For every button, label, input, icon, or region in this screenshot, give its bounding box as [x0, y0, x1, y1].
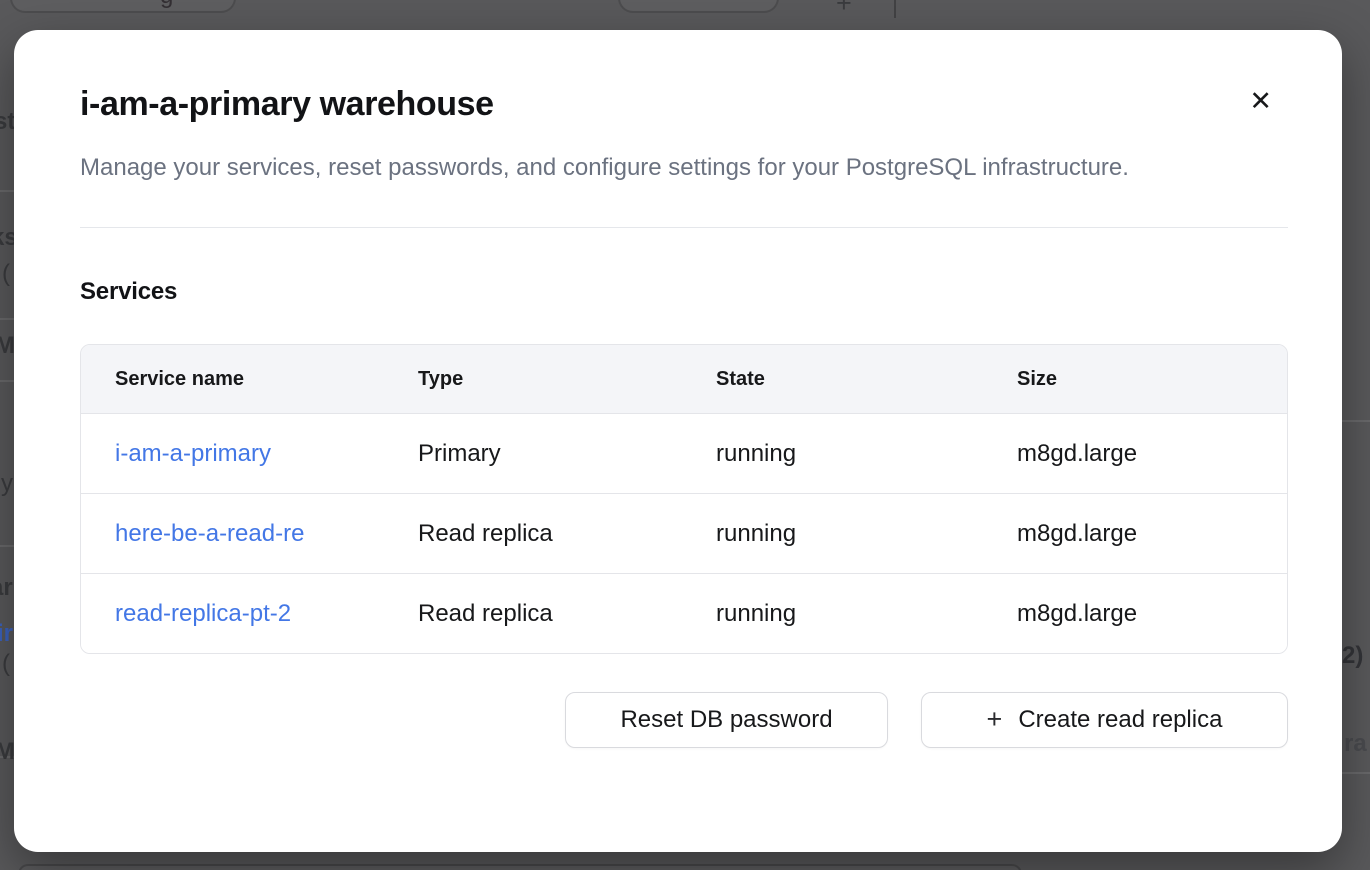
- service-link[interactable]: read-replica-pt-2: [115, 600, 291, 627]
- dialog-title: i-am-a-primary warehouse: [80, 86, 494, 123]
- background-row-line: [1342, 420, 1370, 422]
- close-icon[interactable]: ✕: [1245, 84, 1276, 119]
- service-name-cell: here-be-a-read-re: [81, 520, 384, 548]
- background-row-line: [0, 380, 14, 382]
- service-size-cell: m8gd.large: [983, 440, 1287, 468]
- background-text-fragment: (: [2, 652, 10, 676]
- background-tab-left: [10, 0, 236, 13]
- service-type-cell: Read replica: [384, 520, 682, 548]
- service-type-cell: Read replica: [384, 600, 682, 628]
- service-link[interactable]: i-am-a-primary: [115, 440, 271, 467]
- background-text-fragment: (: [2, 262, 10, 286]
- background-row-line: [0, 190, 14, 192]
- column-header-type: Type: [384, 368, 682, 391]
- service-state-cell: running: [682, 440, 983, 468]
- background-text-fragment: y: [1, 472, 13, 496]
- service-name-cell: i-am-a-primary: [81, 440, 384, 468]
- service-size-cell: m8gd.large: [983, 600, 1287, 628]
- warehouse-dialog: i-am-a-primary warehouse ✕ Manage your s…: [14, 30, 1342, 852]
- column-header-size: Size: [983, 368, 1287, 391]
- service-name-cell: read-replica-pt-2: [81, 600, 384, 628]
- table-header-row: Service name Type State Size: [81, 345, 1287, 413]
- background-bottom-panel: [18, 864, 1022, 870]
- background-text-fragment: ra: [1344, 732, 1367, 756]
- table-row: i-am-a-primary Primary running m8gd.larg…: [81, 413, 1287, 493]
- background-text-fragment: ar: [0, 576, 13, 600]
- column-header-service-name: Service name: [81, 368, 384, 391]
- services-table: Service name Type State Size i-am-a-prim…: [80, 344, 1288, 654]
- background-vertical-divider: [894, 0, 896, 18]
- background-text-fragment: g: [160, 0, 173, 8]
- dialog-header: i-am-a-primary warehouse ✕: [80, 86, 1288, 123]
- background-tab-middle: [618, 0, 779, 13]
- background-text-fragment: ir: [0, 622, 13, 646]
- services-heading: Services: [80, 278, 1288, 306]
- background-row-line: [0, 318, 14, 320]
- dialog-description: Manage your services, reset passwords, a…: [80, 147, 1220, 189]
- plus-icon: +: [987, 706, 1003, 733]
- reset-db-password-button[interactable]: Reset DB password: [565, 692, 888, 748]
- dialog-actions: Reset DB password + Create read replica: [80, 692, 1288, 748]
- background-row-line: [1342, 772, 1370, 774]
- create-read-replica-button[interactable]: + Create read replica: [921, 692, 1288, 748]
- background-text-fragment: +: [836, 0, 852, 17]
- create-read-replica-label: Create read replica: [1018, 706, 1222, 734]
- background-row-line: [0, 545, 14, 547]
- background-text-fragment: 2): [1342, 644, 1363, 668]
- divider: [80, 227, 1288, 228]
- table-row: read-replica-pt-2 Read replica running m…: [81, 573, 1287, 653]
- service-type-cell: Primary: [384, 440, 682, 468]
- reset-db-password-label: Reset DB password: [620, 706, 832, 734]
- table-row: here-be-a-read-re Read replica running m…: [81, 493, 1287, 573]
- service-size-cell: m8gd.large: [983, 520, 1287, 548]
- service-state-cell: running: [682, 520, 983, 548]
- service-link[interactable]: here-be-a-read-re: [115, 520, 304, 547]
- column-header-state: State: [682, 368, 983, 391]
- service-state-cell: running: [682, 600, 983, 628]
